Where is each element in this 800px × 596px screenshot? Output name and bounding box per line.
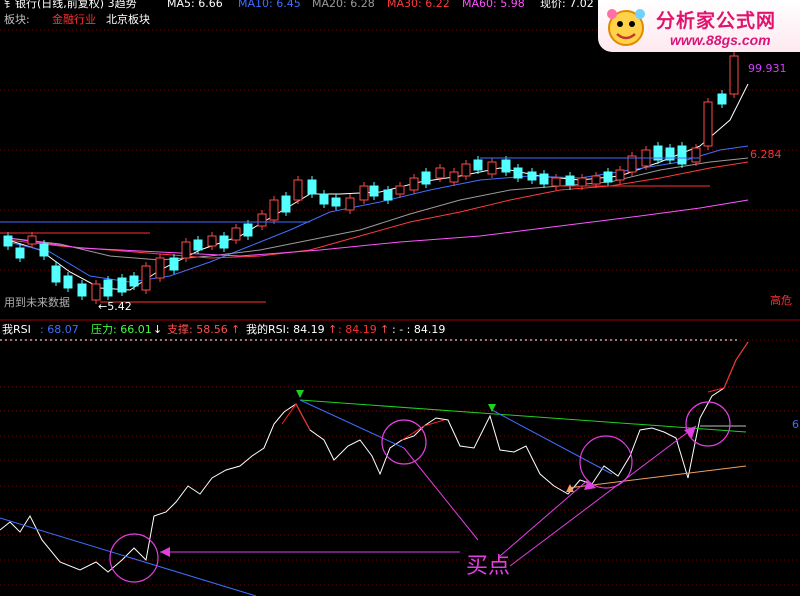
- candle-body: [369, 185, 379, 197]
- candle-body: [207, 235, 217, 247]
- candle-body: [141, 265, 151, 291]
- ma30-label: MA30: 6.22: [387, 0, 450, 10]
- stock-chart[interactable]: 钅银行(日线,前复权) 3趋势 MA5: 6.66 MA10: 6.45 MA2…: [0, 0, 800, 596]
- candle-body: [155, 257, 165, 279]
- stock-title: 钅银行(日线,前复权) 3趋势: [4, 0, 137, 10]
- logo-title: 分析家公式网: [656, 10, 777, 32]
- candle-body: [51, 265, 61, 283]
- candle-body: [27, 235, 37, 245]
- candle-body: [77, 283, 87, 297]
- candle-body: [703, 101, 713, 147]
- candle-body: [539, 173, 549, 185]
- support-label: 支撑: 58.56: [167, 322, 228, 336]
- ma20-label: MA20: 6.28: [312, 0, 375, 10]
- candle-body: [129, 275, 139, 287]
- candle-body: [219, 235, 229, 249]
- candle-body: [383, 189, 393, 201]
- candle-body: [395, 185, 405, 195]
- value3-label: : - : 84.19: [392, 323, 445, 336]
- sector-beijing[interactable]: 北京板块: [106, 12, 150, 26]
- pressure-label: 压力: 66.01: [91, 323, 152, 336]
- candle-body: [231, 227, 241, 241]
- sector-finance[interactable]: 金融行业: [52, 12, 96, 26]
- candle-body: [461, 163, 471, 177]
- candle-body: [551, 177, 561, 187]
- candle-body: [409, 177, 419, 191]
- candle-body: [449, 171, 459, 183]
- candle-body: [181, 241, 191, 259]
- candle-body: [577, 177, 587, 187]
- candle-body: [243, 223, 253, 237]
- mid-value-label: 6.284: [750, 148, 782, 161]
- mascot-icon: [607, 9, 645, 46]
- low-value-label: ←5.42: [98, 300, 132, 313]
- candle-body: [677, 145, 687, 165]
- candle-body: [487, 161, 497, 175]
- risk-note: 高危: [770, 293, 792, 307]
- site-logo[interactable]: 分析家公式网 www.88gs.com: [598, 0, 800, 52]
- candle-body: [345, 197, 355, 211]
- rsi-edge-label: 6: [792, 418, 799, 431]
- candle-body: [421, 171, 431, 185]
- candle-body: [527, 171, 537, 181]
- value2-arrow-icon: ↑: [380, 323, 389, 336]
- myrsi-arrow-icon: ↑: [328, 323, 337, 336]
- sector-label: 板块:: [4, 12, 30, 26]
- support-arrow-icon: ↑: [231, 323, 240, 336]
- ma5-label: MA5: 6.66: [167, 0, 223, 10]
- candle-body: [281, 195, 291, 213]
- future-data-note: 用到未来数据: [4, 295, 70, 309]
- candle-body: [591, 175, 601, 185]
- ma60-label: MA60: 5.98: [462, 0, 525, 10]
- rsi-value: : 68.07: [40, 323, 79, 336]
- candle-body: [603, 171, 613, 183]
- candle-body: [257, 213, 267, 227]
- candle-body: [3, 235, 13, 247]
- candle-body: [117, 277, 127, 293]
- candle-body: [513, 167, 523, 179]
- myrsi-label: 我的RSI: 84.19: [246, 322, 325, 336]
- candle-body: [359, 185, 369, 201]
- candle-body: [293, 179, 303, 201]
- ma10-label: MA10: 6.45: [238, 0, 301, 10]
- candle-body: [39, 243, 49, 257]
- rsi-name: 我RSI: [2, 323, 31, 336]
- candle-body: [501, 159, 511, 173]
- candle-body: [435, 167, 445, 179]
- candle-body: [473, 159, 483, 171]
- candle-body: [91, 283, 101, 301]
- candle-body: [319, 193, 329, 205]
- candle-body: [615, 169, 625, 181]
- buy-point-annotation: 买点: [466, 554, 510, 579]
- candle-body: [269, 199, 279, 221]
- candle-body: [691, 147, 701, 163]
- logo-url: www.88gs.com: [670, 32, 771, 48]
- candle-body: [193, 239, 203, 251]
- value2-label: : 84.19: [338, 323, 377, 336]
- candle-body: [169, 257, 179, 271]
- high-value-label: 99.931: [748, 62, 787, 75]
- candle-body: [331, 197, 341, 207]
- candle-body: [717, 93, 727, 105]
- candle-body: [103, 279, 113, 297]
- chart-background: [0, 0, 800, 596]
- candle-body: [565, 175, 575, 187]
- candle-body: [63, 275, 73, 289]
- candle-body: [307, 179, 317, 195]
- candle-body: [729, 55, 739, 95]
- candle-body: [15, 247, 25, 259]
- current-price: 现价: 7.02: [540, 0, 594, 10]
- pressure-arrow-icon: ↓: [153, 323, 162, 336]
